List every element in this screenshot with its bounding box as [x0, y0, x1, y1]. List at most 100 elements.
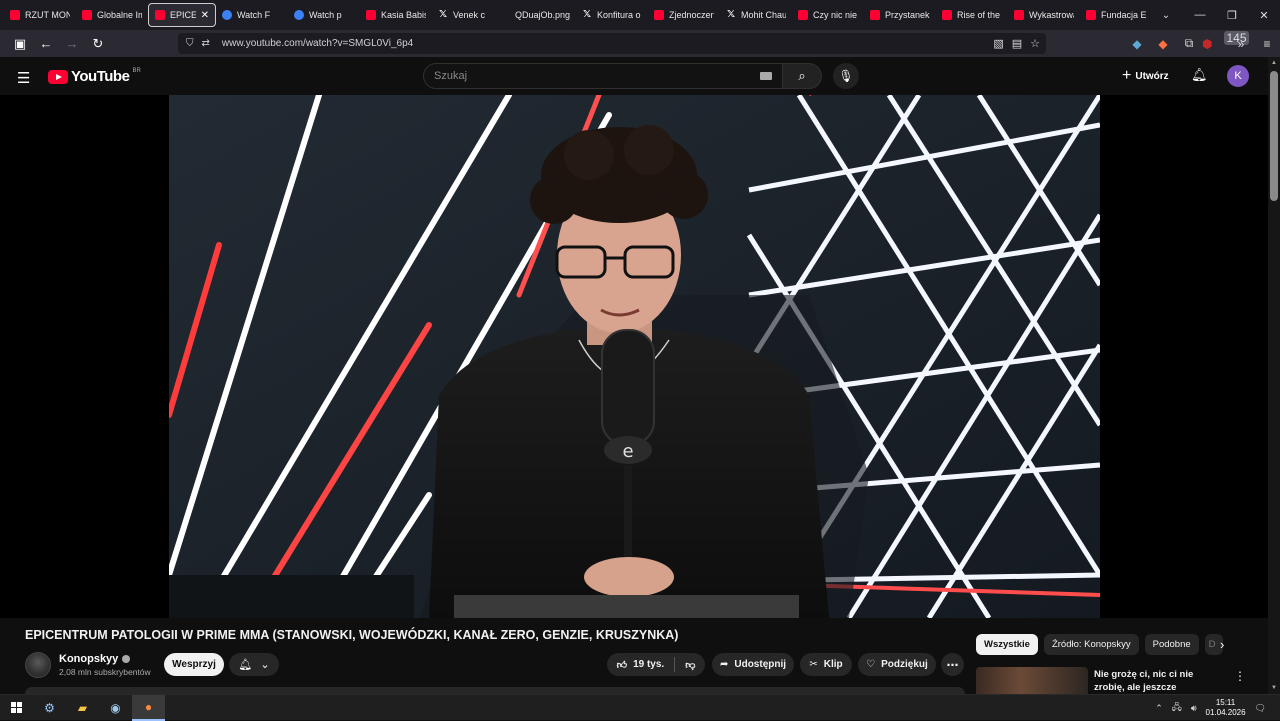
account-avatar[interactable]: K [1227, 65, 1249, 87]
search-input[interactable]: Szukaj [423, 63, 783, 89]
thanks-label: Podziękuj [881, 659, 928, 670]
permissions-icon[interactable]: ⇄ [202, 38, 210, 49]
youtube-logo[interactable]: YouTube BR [48, 68, 141, 85]
close-window-icon[interactable]: ✕ [1248, 0, 1280, 30]
browser-tab[interactable]: RZUT MONETY [4, 3, 76, 27]
thanks-button[interactable]: ♡ Podziękuj [858, 653, 936, 676]
chevron-right-icon[interactable]: › [1220, 637, 1224, 652]
extension-fox-icon[interactable]: ◆ [1150, 37, 1176, 51]
dislike-button[interactable]: 👎︎ [685, 659, 695, 671]
voice-search-button[interactable]: 🎙 [833, 63, 859, 89]
picture-icon[interactable]: ▧ [993, 37, 1003, 50]
chip-related[interactable]: Podobne [1144, 634, 1199, 655]
chevron-down-icon: ⌄ [260, 659, 270, 671]
browser-tab[interactable]: QDuajOb.png ( [504, 3, 576, 27]
recommendation-thumbnail[interactable] [976, 667, 1088, 694]
browser-tab[interactable]: Kasia Babis [360, 3, 432, 27]
microphone-icon: 🎙 [838, 69, 854, 83]
more-vertical-icon[interactable]: ⋮ [1234, 669, 1246, 683]
extension-shield-icon[interactable]: ◆ [1124, 37, 1150, 51]
subscription-bell-button[interactable]: 🔔︎ ⌄ [229, 653, 279, 676]
start-button[interactable] [0, 695, 33, 721]
taskbar-settings-icon[interactable]: ⚙ [33, 695, 66, 721]
thumbs-down-icon: 👎︎ [685, 659, 696, 671]
divider [674, 657, 676, 672]
browser-tab[interactable]: EPICE ✕ [148, 3, 216, 27]
minimize-icon[interactable]: — [1184, 0, 1216, 30]
search-button[interactable]: ⌕ [783, 63, 822, 89]
forward-icon[interactable]: → [60, 32, 84, 56]
keyboard-icon[interactable] [760, 72, 772, 80]
video-title: EPICENTRUM PATOLOGII W PRIME MMA (STANOW… [25, 628, 679, 642]
browser-tab[interactable]: Fundacja EC [1080, 3, 1152, 27]
tab-label: QDuajOb.png ( [515, 10, 570, 20]
windows-logo-icon [11, 702, 22, 713]
network-icon[interactable]: 🖧 [1172, 700, 1182, 716]
hamburger-menu-icon[interactable]: ☰ [17, 69, 30, 87]
scroll-down-icon[interactable]: ▼ [1271, 685, 1277, 691]
browser-tab-strip: RZUT MONETY Globalne Imperium EPICE ✕ Watch … [0, 0, 1280, 30]
more-actions-button[interactable]: ⋯ [941, 653, 964, 676]
channel-name: Konopskyy [59, 653, 119, 665]
clock-date: 01.04.2026 [1205, 708, 1246, 717]
browser-tab[interactable]: Rise of the [936, 3, 1008, 27]
restore-icon[interactable]: ❐ [1216, 0, 1248, 30]
url-bar[interactable]: ⛉ ⇄ www.youtube.com/watch?v=SMGL0Vi_6p4 … [178, 33, 1046, 54]
browser-tab[interactable]: 𝕏 Venek c [432, 3, 504, 27]
sidebar-toggle-icon[interactable]: ▣ [8, 32, 32, 56]
share-button[interactable]: ➦ Udostępnij [712, 653, 794, 676]
bookmark-star-icon[interactable]: ☆ [1030, 37, 1040, 50]
browser-tab[interactable]: Globalne Imperium [76, 3, 148, 27]
description-box[interactable] [25, 687, 965, 694]
scrollbar-thumb[interactable] [1270, 71, 1278, 201]
browser-tab[interactable]: Watch F [216, 3, 288, 27]
channel-name-link[interactable]: Konopskyy [59, 653, 131, 665]
clip-button[interactable]: ✂ Klip [800, 653, 852, 676]
scroll-up-icon[interactable]: ▲ [1271, 60, 1277, 66]
browser-tab[interactable]: Watch p [288, 3, 360, 27]
browser-tab[interactable]: 𝕏 Mohit Chau [720, 3, 792, 27]
tab-list-chevron-icon[interactable]: ⌄ [1156, 10, 1176, 21]
overflow-chevron-icon[interactable]: » [1228, 37, 1254, 51]
scissors-icon: ✂ [809, 659, 818, 670]
tray-chevron-up-icon[interactable]: ⌃ [1155, 703, 1163, 714]
browser-navbar: ▣ ← → ↻ ⛉ ⇄ www.youtube.com/watch?v=SMGL… [0, 30, 1280, 57]
notifications-bell-icon[interactable]: 🔔︎ [1191, 67, 1208, 83]
like-button[interactable]: 👍︎ 19 tys. [617, 659, 665, 671]
browser-tab[interactable]: Przystanek [864, 3, 936, 27]
menu-icon[interactable]: ≡ [1254, 37, 1280, 51]
tab-close-icon[interactable]: ✕ [201, 10, 209, 21]
youtube-play-icon [48, 69, 68, 84]
youtube-header: ☰ YouTube BR Szukaj ⌕ 🎙 + Utwórz 🔔︎ K [0, 57, 1268, 95]
browser-tab[interactable]: Wykastrowa [1008, 3, 1080, 27]
chip-all[interactable]: Wszystkie [976, 634, 1038, 655]
chip-source[interactable]: Źródło: Konopskyy [1043, 634, 1139, 655]
verified-icon [122, 655, 131, 663]
page-scrollbar[interactable]: ▲ ▼ [1268, 57, 1280, 694]
browser-tab[interactable]: Zjednoczeni [648, 3, 720, 27]
shield-icon[interactable]: ⛉ [186, 38, 194, 49]
taskbar-firefox-icon[interactable]: ● [132, 694, 165, 721]
clock[interactable]: 15:11 01.04.2026 [1206, 698, 1246, 718]
tab-label: Konfitura o [597, 10, 641, 20]
browser-tab[interactable]: Czy nic nie [792, 3, 864, 27]
ublock-icon[interactable]: ⬢ 145 [1202, 30, 1249, 51]
reload-icon[interactable]: ↻ [86, 32, 110, 56]
channel-avatar[interactable] [25, 652, 51, 678]
country-code: BR [132, 67, 141, 74]
join-button[interactable]: Wesprzyj [164, 653, 224, 676]
extensions-icon[interactable]: ⧉ [1176, 36, 1202, 51]
like-dislike-group: 👍︎ 19 tys. 👎︎ [607, 653, 705, 676]
back-icon[interactable]: ← [34, 32, 58, 56]
notifications-icon[interactable]: 🗨 [1255, 703, 1266, 714]
create-button[interactable]: + Utwórz [1116, 66, 1175, 86]
reader-icon[interactable]: ▤ [1012, 37, 1022, 50]
tab-label: Wykastrowa [1029, 10, 1074, 20]
subscriber-count: 2,08 mln subskrybentów [59, 667, 151, 677]
taskbar-explorer-icon[interactable]: ▰ [66, 695, 99, 721]
taskbar-steam-icon[interactable]: ◉ [99, 695, 132, 721]
browser-tab[interactable]: 𝕏 Konfitura o [576, 3, 648, 27]
system-tray: ⌃ 🖧 🔊︎ 15:11 01.04.2026 🗨 [1155, 695, 1280, 721]
volume-icon[interactable]: 🔊︎ [1191, 703, 1197, 714]
video-player[interactable]: e [169, 95, 1100, 618]
